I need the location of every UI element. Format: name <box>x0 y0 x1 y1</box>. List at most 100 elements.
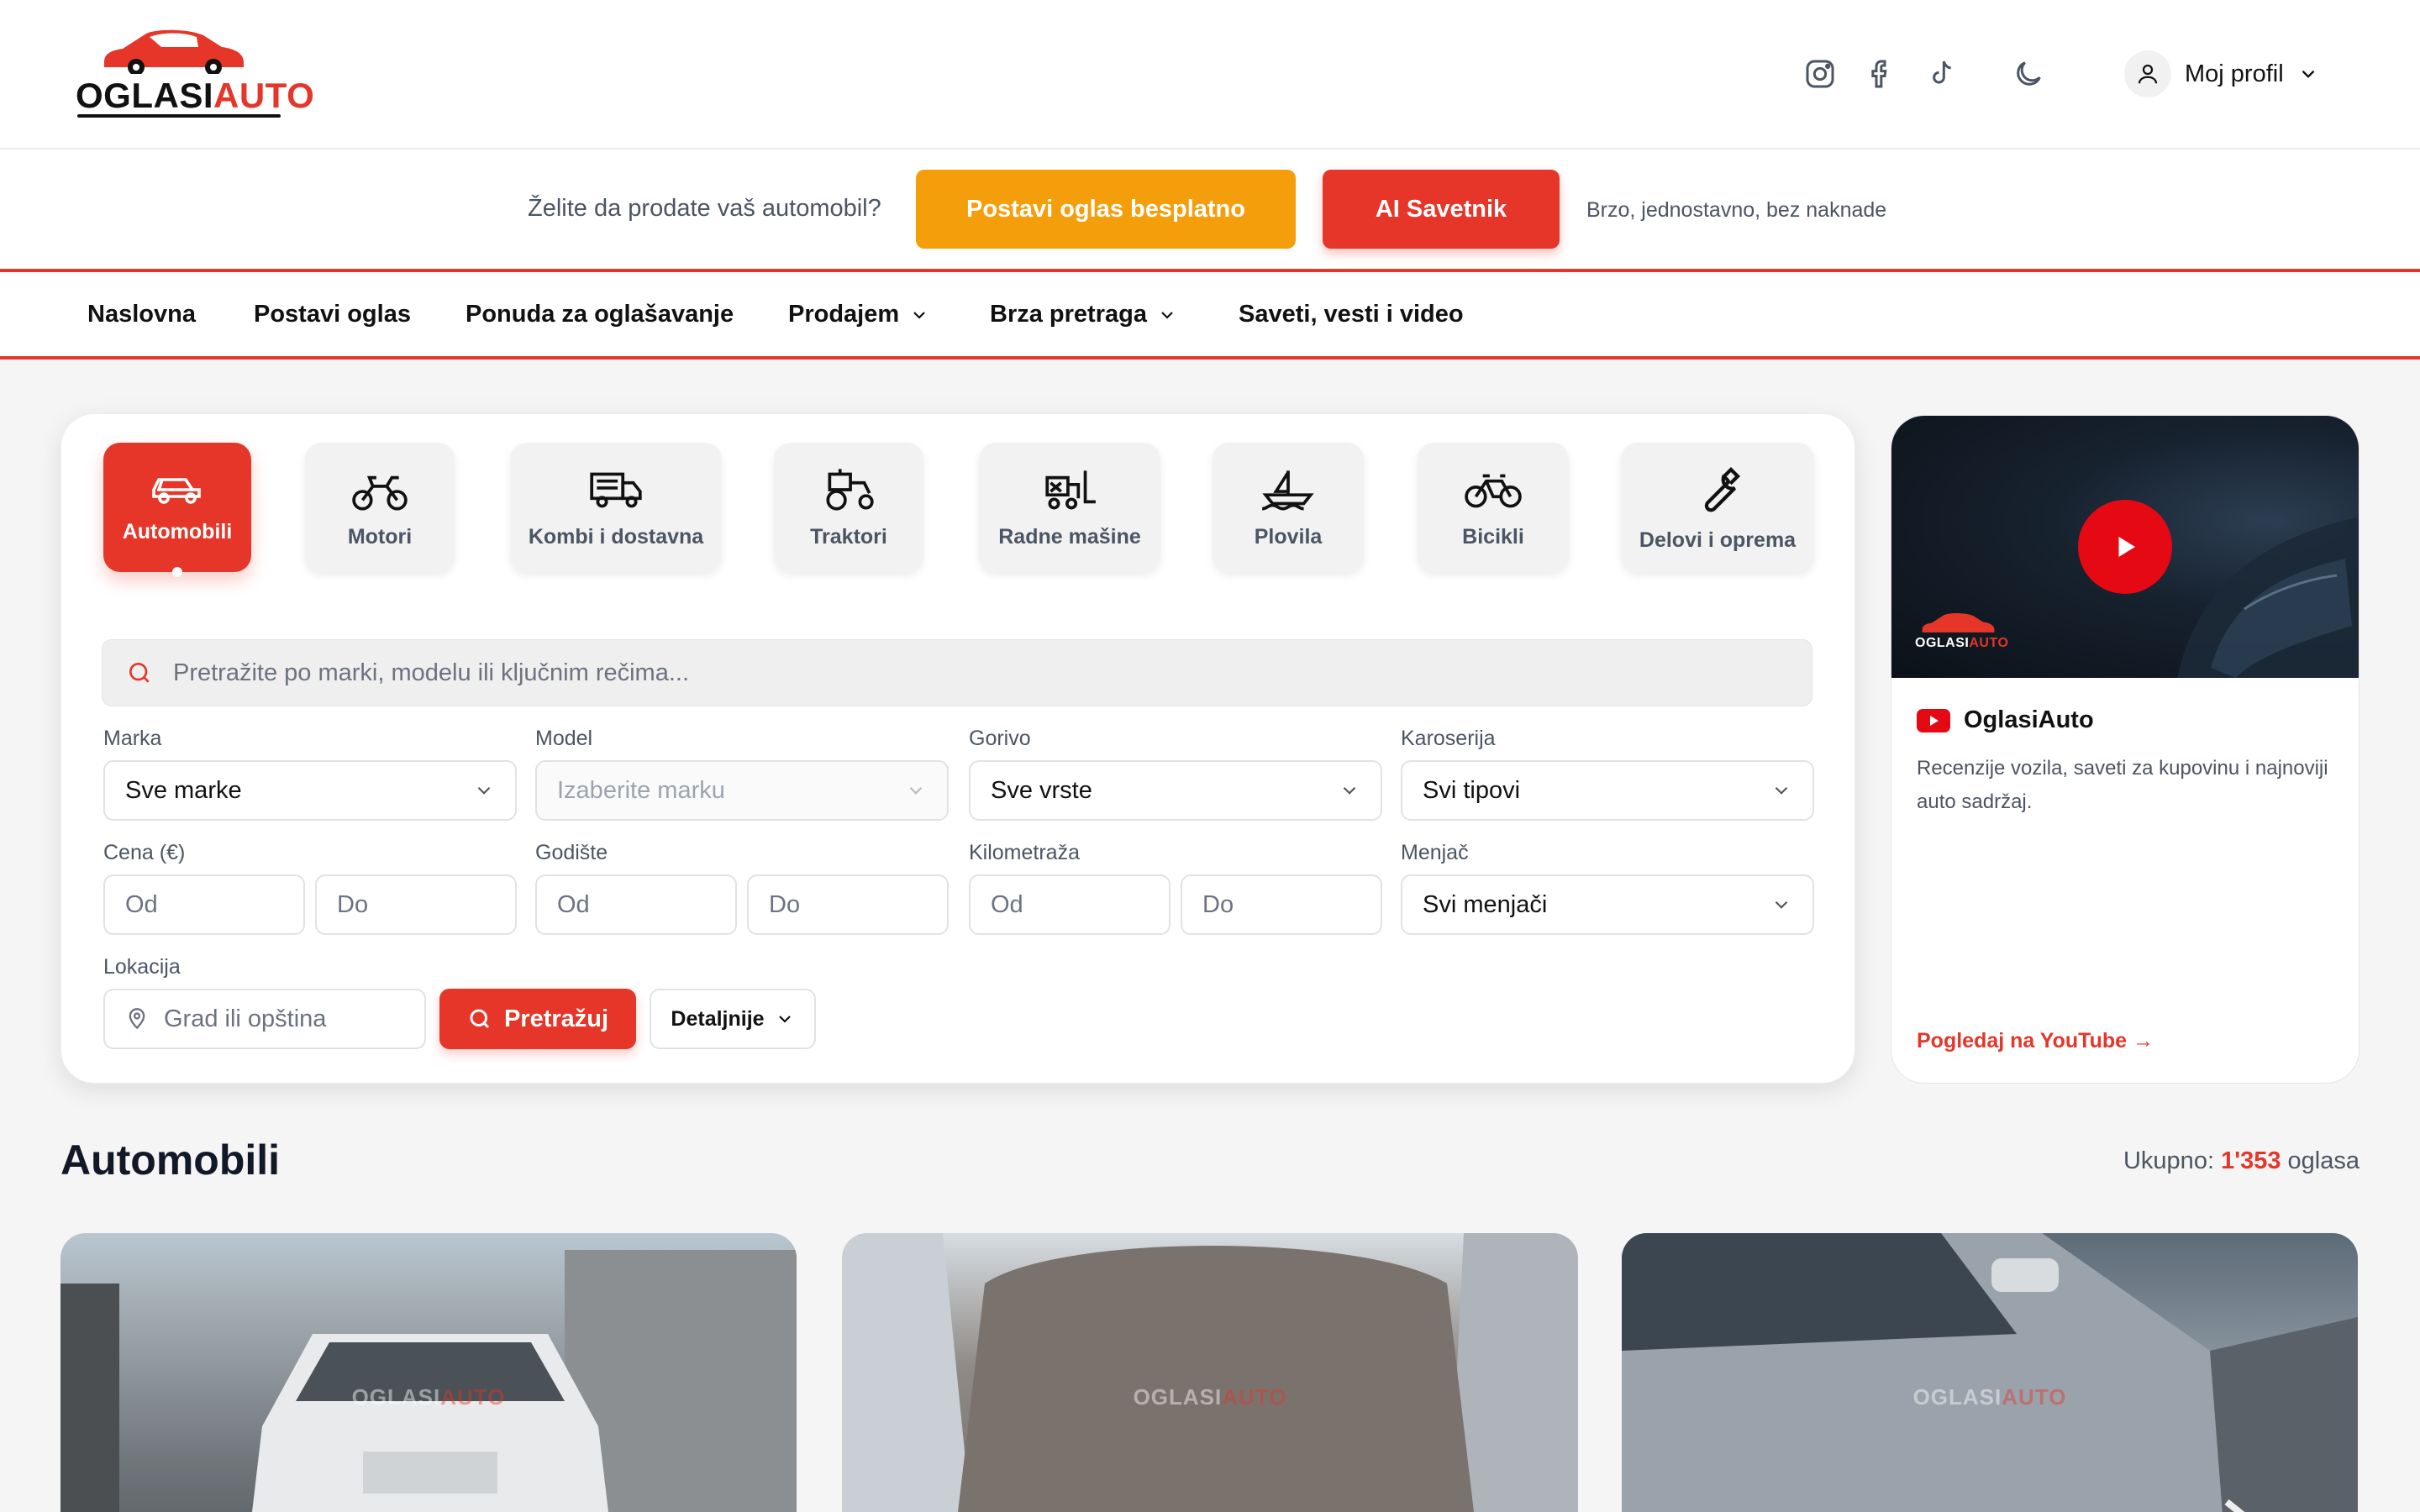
listing-photo <box>1622 1233 2358 1512</box>
site-header: OGLASIAUTO Moj profil <box>0 0 2420 150</box>
keyword-search-input[interactable] <box>173 659 1770 687</box>
youtube-thumbnail[interactable]: OGLASIAUTO <box>1891 416 2359 678</box>
price-from-input[interactable]: Od <box>103 874 305 935</box>
nav-label: Prodajem <box>788 301 900 328</box>
total-count: 1'353 <box>2221 1147 2281 1174</box>
main-nav: Naslovna Postavi oglas Ponuda za oglašav… <box>0 272 2420 360</box>
nav-label: Postavi oglas <box>254 301 411 328</box>
category-cars[interactable]: Automobili <box>103 443 251 577</box>
search-panel: Automobili Motori Kombi i dostavna Trakt… <box>60 413 1855 1084</box>
category-label: Radne mašine <box>998 524 1141 549</box>
make-select[interactable]: Sve marke <box>103 760 517 821</box>
play-button[interactable] <box>2078 500 2172 594</box>
channel-name: OglasiAuto <box>1964 706 2094 733</box>
price-label: Cena (€) <box>103 841 186 864</box>
channel-description: Recenzije vozila, saveti za kupovinu i n… <box>1917 757 2328 813</box>
category-tractors[interactable]: Traktori <box>774 443 923 572</box>
facebook-icon[interactable] <box>1862 55 1899 92</box>
listing-card[interactable]: OGLASIAUTO <box>60 1233 797 1512</box>
year-from-input[interactable]: Od <box>535 874 737 935</box>
nav-label: Saveti, vesti i video <box>1239 301 1464 328</box>
fuel-select[interactable]: Sve vrste <box>969 760 1382 821</box>
chevron-down-icon <box>909 786 923 795</box>
category-motorcycles[interactable]: Motori <box>305 443 455 572</box>
chevron-down-icon <box>1343 786 1356 795</box>
post-ad-free-button[interactable]: Postavi oglas besplatno <box>916 170 1296 249</box>
category-bicycles[interactable]: Bicikli <box>1418 443 1569 572</box>
year-label: Godište <box>535 841 608 864</box>
car-logo-icon <box>1922 612 1995 633</box>
fuel-label: Gorivo <box>969 727 1031 750</box>
search-icon <box>129 663 150 683</box>
listings-total: Ukupno: 1'353 oglasa <box>2123 1147 2360 1175</box>
promo-question: Želite da prodate vaš automobil? <box>528 195 881 222</box>
nav-label: Naslovna <box>87 301 196 328</box>
forklift-icon <box>1045 470 1096 509</box>
mileage-to-input[interactable]: Do <box>1181 874 1382 935</box>
nav-label: Ponuda za oglašavanje <box>466 301 734 328</box>
tiktok-icon[interactable] <box>1923 55 1960 92</box>
search-submit-label: Pretražuj <box>503 1005 609 1032</box>
nav-label: Brza pretraga <box>990 301 1147 328</box>
nav-item-advertising[interactable]: Ponuda za oglašavanje <box>466 301 734 328</box>
price-to-input[interactable]: Do <box>315 874 517 935</box>
nav-item-tips-news[interactable]: Saveti, vesti i video <box>1239 301 1464 328</box>
thumbnail-logo-text: OGLASIAUTO <box>1915 636 2009 650</box>
map-pin-icon <box>129 1008 145 1030</box>
profile-menu[interactable]: Moj profil <box>2124 49 2319 99</box>
placeholder: Grad ili opština <box>164 1005 327 1032</box>
listing-photo <box>842 1233 1578 1512</box>
model-select-value: Izaberite marku <box>557 776 725 804</box>
watermark: OGLASIAUTO <box>1133 1384 1287 1410</box>
listing-card[interactable]: OGLASIAUTO <box>842 1233 1578 1512</box>
make-label: Marka <box>103 727 162 750</box>
listing-card[interactable]: OGLASIAUTO <box>1622 1233 2358 1512</box>
mileage-from-input[interactable]: Od <box>969 874 1171 935</box>
ai-advisor-button[interactable]: AI Savetnik <box>1323 170 1560 249</box>
listing-photo <box>60 1250 797 1512</box>
promo-strip: Želite da prodate vaš automobil? Postavi… <box>0 150 2420 272</box>
instagram-icon[interactable] <box>1802 55 1839 92</box>
keyword-search-bar[interactable] <box>102 639 1812 706</box>
play-icon <box>2118 537 2135 557</box>
wrench-icon <box>1704 466 1741 512</box>
nav-item-home[interactable]: Naslovna <box>87 301 196 328</box>
car-icon <box>152 477 201 504</box>
category-label: Kombi i dostavna <box>528 524 704 549</box>
search-submit-button[interactable]: Pretražuj <box>439 989 636 1049</box>
category-vans[interactable]: Kombi i dostavna <box>510 443 722 572</box>
fuel-select-value: Sve vrste <box>991 776 1092 804</box>
transmission-select[interactable]: Svi menjači <box>1401 874 1814 935</box>
nav-item-quick-search[interactable]: Brza pretraga <box>990 301 1177 328</box>
nav-item-post-ad[interactable]: Postavi oglas <box>254 301 411 328</box>
model-select[interactable]: Izaberite marku <box>535 760 949 821</box>
total-prefix: Ukupno: <box>2123 1147 2222 1174</box>
youtube-channel: OglasiAuto <box>1917 706 2094 734</box>
placeholder: Do <box>337 890 369 918</box>
youtube-link[interactable]: Pogledaj na YouTube → <box>1917 1029 2154 1053</box>
youtube-icon <box>1917 708 1950 732</box>
site-logo[interactable]: OGLASIAUTO <box>76 25 314 119</box>
chevron-down-icon <box>1161 311 1173 319</box>
category-label: Automobili <box>122 519 233 543</box>
nav-item-selling[interactable]: Prodajem <box>788 301 929 328</box>
placeholder: Od <box>557 890 590 918</box>
body-type-select-value: Svi tipovi <box>1423 776 1521 804</box>
category-label: Delovi i oprema <box>1639 528 1797 552</box>
chevron-down-icon <box>1775 900 1788 909</box>
moon-icon[interactable] <box>2010 55 2047 92</box>
body-type-select[interactable]: Svi tipovi <box>1401 760 1814 821</box>
location-input[interactable]: Grad ili opština <box>103 989 426 1049</box>
logo-text: OGLASIAUTO <box>76 76 315 115</box>
category-boats[interactable]: Plovila <box>1213 443 1364 572</box>
category-parts-equipment[interactable]: Delovi i oprema <box>1621 443 1814 572</box>
advanced-search-button[interactable]: Detaljnije <box>650 989 816 1049</box>
chevron-down-icon <box>913 311 925 319</box>
body-type-label: Karoserija <box>1401 727 1496 750</box>
category-work-machines[interactable]: Radne mašine <box>979 443 1160 572</box>
profile-label: Moj profil <box>2185 60 2284 87</box>
youtube-card: OGLASIAUTO OglasiAuto Recenzije vozila, … <box>1891 415 2360 1084</box>
location-label: Lokacija <box>103 955 181 979</box>
placeholder: Od <box>125 890 158 918</box>
year-to-input[interactable]: Do <box>747 874 949 935</box>
